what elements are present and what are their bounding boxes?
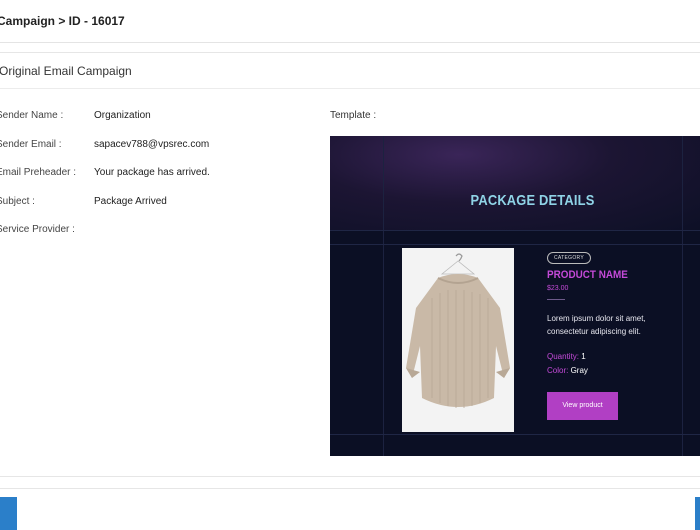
- card-header: Original Email Campaign: [0, 53, 700, 89]
- email-divider: [330, 434, 700, 435]
- email-divider: [330, 230, 700, 231]
- next-button[interactable]: [695, 497, 700, 530]
- quantity-row: Quantity: 1: [547, 352, 586, 361]
- color-row: Color: Gray: [547, 366, 588, 375]
- email-template-preview: PACKAGE DETAILS CATEGORY PRODUCT NAME $2…: [330, 136, 700, 456]
- back-button[interactable]: [0, 497, 17, 530]
- sender-email-label: Sender Email :: [0, 139, 62, 150]
- email-preheader-value: Your package has arrived.: [94, 167, 210, 178]
- quantity-label: Quantity:: [547, 352, 580, 361]
- email-column-divider: [383, 136, 384, 456]
- view-product-button[interactable]: View product: [547, 392, 618, 420]
- quantity-value: 1: [581, 352, 586, 361]
- service-provider-label: Service Provider :: [0, 224, 75, 235]
- email-preheader-label: Email Preheader :: [0, 167, 77, 178]
- sender-email-value: sapacev788@vpsrec.com: [94, 139, 210, 150]
- product-name: PRODUCT NAME: [547, 269, 628, 281]
- email-hero-banner: [330, 136, 700, 230]
- color-value: Gray: [570, 366, 588, 375]
- sender-name-value: Organization: [94, 110, 151, 121]
- sweater-image: [402, 248, 514, 432]
- email-divider: [330, 244, 700, 245]
- email-column-divider: [682, 136, 683, 456]
- subject-value: Package Arrived: [94, 196, 167, 207]
- card-title: Original Email Campaign: [0, 64, 132, 78]
- category-badge: CATEGORY: [547, 252, 591, 264]
- package-details-heading: PACKAGE DETAILS: [470, 192, 595, 209]
- footer-divider: [0, 488, 700, 489]
- subject-label: Subject :: [0, 196, 35, 207]
- color-label: Color:: [547, 366, 569, 375]
- product-price: $23.00: [547, 285, 569, 292]
- product-description: Lorem ipsum dolor sit amet, consectetur …: [547, 314, 646, 336]
- sender-name-label: Sender Name :: [0, 110, 64, 121]
- breadcrumb: Campaign > ID - 16017: [0, 14, 125, 28]
- price-divider: [547, 299, 565, 300]
- top-bar: Campaign > ID - 16017: [0, 0, 700, 43]
- template-label: Template :: [330, 110, 377, 121]
